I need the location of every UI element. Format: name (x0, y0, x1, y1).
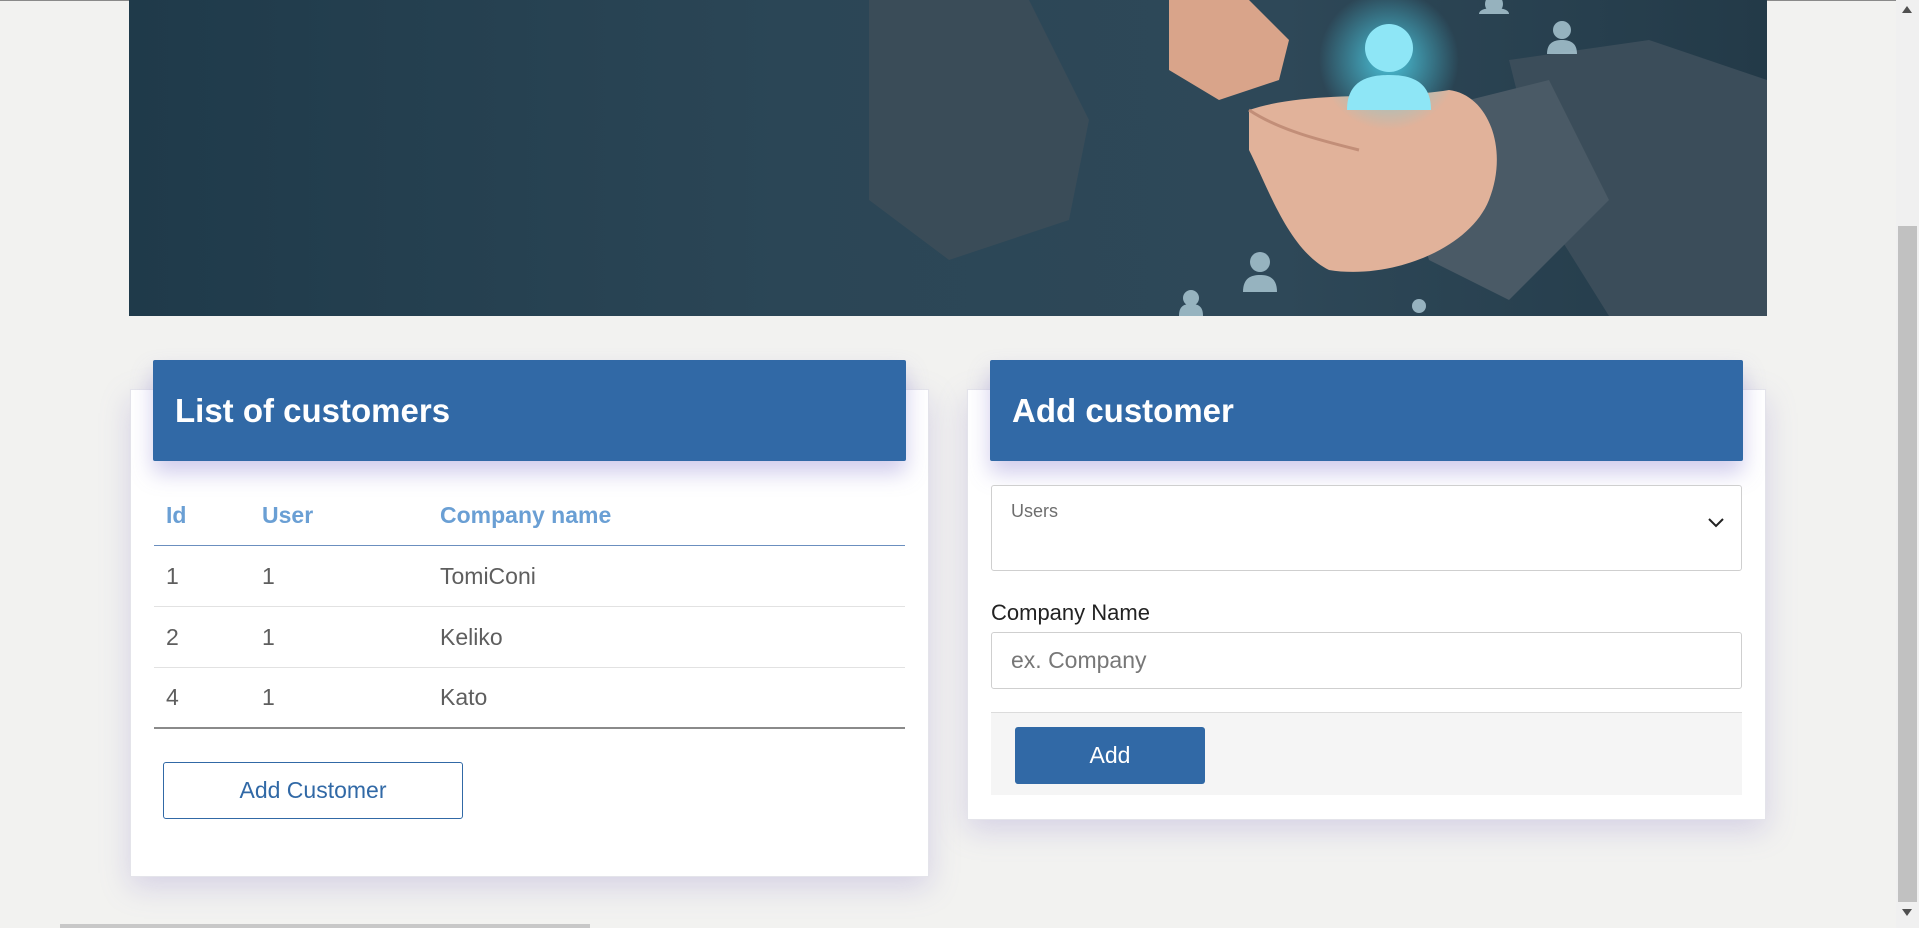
column-header-id: Id (166, 502, 187, 528)
company-name-input[interactable]: ex. Company (991, 632, 1742, 689)
scrollbar-thumb[interactable] (1898, 226, 1917, 902)
cell-company: Kato (440, 684, 488, 710)
company-name-placeholder: ex. Company (1011, 647, 1147, 673)
cell-company: TomiConi (440, 562, 536, 589)
cell-company: Keliko (440, 623, 503, 650)
cell-id: 1 (166, 562, 179, 589)
horizontal-scrollbar-thumb[interactable] (60, 924, 590, 928)
cell-id: 4 (166, 684, 179, 710)
cell-user: 1 (262, 684, 275, 710)
company-name-label: Company Name (991, 600, 1150, 625)
cell-user: 1 (262, 623, 275, 650)
table-row: 2 1 Keliko (154, 607, 905, 668)
users-select-label: Users (1011, 501, 1059, 521)
customers-table: Id User Company name 1 1 TomiConi 2 1 Ke… (154, 486, 905, 729)
hero-banner-image (129, 0, 1767, 316)
add-customer-button[interactable]: Add Customer (163, 762, 463, 819)
add-customer-title: Add customer (990, 360, 1743, 461)
users-select[interactable]: Users (991, 485, 1742, 571)
scroll-down-arrow-icon[interactable] (1902, 909, 1912, 916)
vertical-scrollbar[interactable] (1896, 0, 1919, 928)
table-row: 4 1 Kato (154, 668, 905, 729)
chevron-down-icon (1707, 516, 1725, 534)
column-header-user: User (262, 502, 314, 528)
cell-user: 1 (262, 562, 275, 589)
cell-id: 2 (166, 623, 179, 650)
table-header: Id User Company name (154, 486, 905, 546)
table-row: 1 1 TomiConi (154, 546, 905, 607)
column-header-company-name: Company name (440, 502, 612, 528)
add-button[interactable]: Add (1015, 727, 1205, 784)
scroll-up-arrow-icon[interactable] (1902, 6, 1912, 13)
customer-list-title: List of customers (153, 360, 906, 461)
